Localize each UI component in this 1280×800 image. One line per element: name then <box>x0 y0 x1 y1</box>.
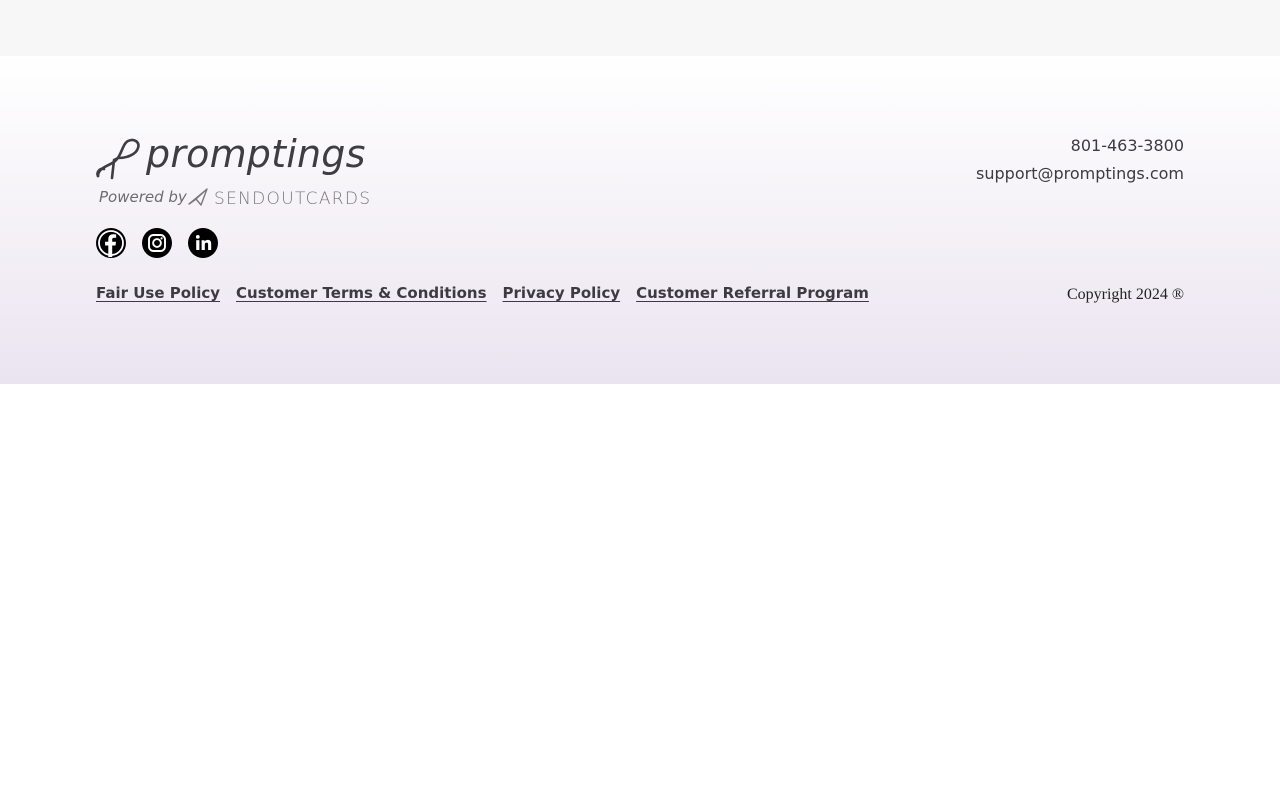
contact-info: 801-463-3800 support@promptings.com <box>976 132 1184 188</box>
privacy-policy-link[interactable]: Privacy Policy <box>503 284 621 302</box>
linkedin-link[interactable] <box>188 228 218 258</box>
customer-referral-link[interactable]: Customer Referral Program <box>636 284 869 302</box>
copyright-text: Copyright 2024 ® <box>1066 286 1184 303</box>
phone-number[interactable]: 801-463-3800 <box>976 132 1184 160</box>
paper-plane-icon <box>188 188 208 206</box>
top-band <box>0 0 1280 56</box>
customer-terms-link[interactable]: Customer Terms & Conditions <box>236 284 487 302</box>
facebook-icon <box>98 230 124 257</box>
powered-by-text: Powered by <box>99 188 187 206</box>
social-links <box>96 228 218 258</box>
support-email[interactable]: support@promptings.com <box>976 160 1184 188</box>
facebook-link[interactable] <box>96 228 126 258</box>
site-footer: promptings Powered by SENDOUTCARDS Fair … <box>0 56 1280 384</box>
instagram-icon <box>148 234 166 252</box>
partner-name: SENDOUTCARDS <box>214 189 372 209</box>
linkedin-icon <box>195 235 212 250</box>
brand-name: promptings <box>146 132 366 176</box>
footer-links: Fair Use Policy Customer Terms & Conditi… <box>96 284 869 302</box>
brand-logo[interactable]: promptings Powered by SENDOUTCARDS <box>96 132 396 210</box>
promptings-logo-mark-icon <box>96 138 140 180</box>
fair-use-policy-link[interactable]: Fair Use Policy <box>96 284 220 302</box>
instagram-link[interactable] <box>142 228 172 258</box>
